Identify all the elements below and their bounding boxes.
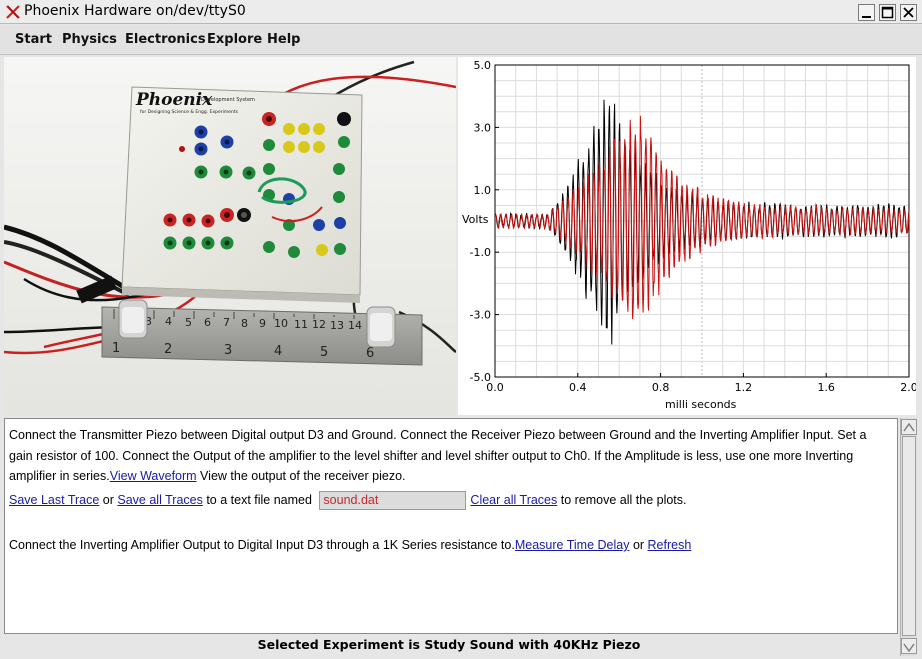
ruler-mark: 14 bbox=[348, 319, 362, 332]
y-tick-label: 5.0 bbox=[474, 59, 492, 72]
or-text-2: or bbox=[629, 538, 648, 552]
x-tick-label: 1.2 bbox=[735, 381, 753, 394]
ruler-mark: 12 bbox=[312, 318, 326, 331]
ruler-mark: 10 bbox=[274, 317, 288, 330]
close-icon bbox=[903, 7, 914, 18]
instruction-paragraph-3: Connect the Inverting Amplifier Output t… bbox=[9, 535, 893, 556]
board-subtitle: Development System bbox=[201, 97, 255, 103]
y-tick-label: -3.0 bbox=[470, 309, 491, 322]
maximize-icon bbox=[881, 6, 894, 19]
ruler-mark-bottom: 2 bbox=[164, 342, 172, 357]
instruction-text-3: Connect the Inverting Amplifier Output t… bbox=[9, 538, 515, 552]
x-tick-label: 0.0 bbox=[486, 381, 504, 394]
or-text: or bbox=[99, 492, 118, 507]
waveform-chart: Volts milli seconds 5.03.01.0-1.0-3.0-5.… bbox=[462, 59, 918, 411]
menu-explore[interactable]: Explore bbox=[207, 32, 262, 47]
ruler-mark: 9 bbox=[259, 317, 266, 330]
ruler-mark: 7 bbox=[223, 316, 230, 329]
ruler-mark-bottom: 6 bbox=[366, 346, 374, 361]
hardware-photo: Phoenix Development System for Designing… bbox=[4, 57, 456, 415]
ruler-mark-bottom: 5 bbox=[320, 345, 328, 360]
board-subtitle-2: for Designing Science & Engg. Experiment… bbox=[140, 109, 239, 115]
title-bar: Phoenix Hardware on/dev/ttyS0 bbox=[0, 0, 922, 24]
x-tick-label: 0.4 bbox=[569, 381, 587, 394]
scroll-thumb[interactable] bbox=[902, 436, 916, 636]
x-tick-label: 2.0 bbox=[900, 381, 916, 394]
waveform-plot: Volts milli seconds 5.0 3.0 1.0 -1.0 -3.0 -5.… bbox=[458, 57, 918, 415]
ruler-mark-bottom: 3 bbox=[224, 343, 232, 358]
menu-help[interactable]: Help bbox=[267, 32, 300, 47]
scroll-up-button[interactable] bbox=[901, 419, 917, 435]
plot-grid bbox=[495, 65, 909, 377]
y-tick-label: -1.0 bbox=[470, 246, 491, 259]
menu-start[interactable]: Start bbox=[15, 32, 52, 47]
vertical-scrollbar[interactable] bbox=[900, 418, 917, 656]
measure-time-delay-link[interactable]: Measure Time Delay bbox=[515, 538, 630, 552]
x-axis-label: milli seconds bbox=[665, 398, 737, 411]
window-title: Phoenix Hardware on/dev/ttyS0 bbox=[24, 3, 246, 19]
instruction-text-1b: View the output of the receiver piezo. bbox=[196, 469, 406, 483]
y-axis-label: Volts bbox=[462, 213, 489, 226]
refresh-link[interactable]: Refresh bbox=[648, 538, 692, 552]
hardware-illustration: Phoenix Development System for Designing… bbox=[4, 57, 456, 415]
y-tick-label: 1.0 bbox=[474, 184, 492, 197]
y-tick-label: 3.0 bbox=[474, 121, 492, 134]
ruler-mark: 6 bbox=[204, 316, 211, 329]
ruler-mark-bottom: 1 bbox=[112, 341, 120, 356]
x-tick-label: 0.8 bbox=[652, 381, 670, 394]
scroll-down-button[interactable] bbox=[901, 638, 917, 654]
ruler-mark-bottom: 4 bbox=[274, 344, 282, 359]
x-tick-label: 1.6 bbox=[817, 381, 835, 394]
arrow-up-icon bbox=[903, 422, 915, 432]
save-all-traces-link[interactable]: Save all Traces bbox=[117, 493, 202, 507]
ruler-mark: 4 bbox=[165, 315, 172, 328]
close-button[interactable] bbox=[900, 4, 917, 21]
save-row: Save Last Trace or Save all Traces to a … bbox=[9, 490, 893, 511]
filename-field[interactable] bbox=[319, 490, 467, 510]
minimize-button[interactable] bbox=[858, 4, 875, 21]
arrow-down-icon bbox=[903, 643, 915, 653]
remove-text: to remove all the plots. bbox=[557, 492, 687, 507]
ruler-mark: 5 bbox=[185, 316, 192, 329]
ruler-mark: 11 bbox=[294, 318, 308, 331]
status-bar: Selected Experiment is Study Sound with … bbox=[257, 637, 641, 652]
menu-bar: Start Physics Electronics Explore Help bbox=[0, 25, 922, 55]
menu-physics[interactable]: Physics bbox=[62, 32, 117, 47]
clear-all-traces-link[interactable]: Clear all Traces bbox=[470, 493, 557, 507]
x-close-icon[interactable] bbox=[5, 4, 21, 20]
instruction-paragraph-1: Connect the Transmitter Piezo between Di… bbox=[9, 425, 893, 487]
view-waveform-link[interactable]: View Waveform bbox=[110, 469, 197, 483]
ruler-mark: 8 bbox=[241, 317, 248, 330]
ruler-mark: 13 bbox=[330, 319, 344, 332]
menu-electronics[interactable]: Electronics bbox=[125, 32, 206, 47]
maximize-button[interactable] bbox=[879, 4, 896, 21]
minimize-icon bbox=[862, 16, 871, 18]
instructions-panel: Connect the Transmitter Piezo between Di… bbox=[4, 418, 898, 634]
save-last-trace-link[interactable]: Save Last Trace bbox=[9, 493, 99, 507]
to-file-text: to a text file named bbox=[202, 492, 316, 507]
